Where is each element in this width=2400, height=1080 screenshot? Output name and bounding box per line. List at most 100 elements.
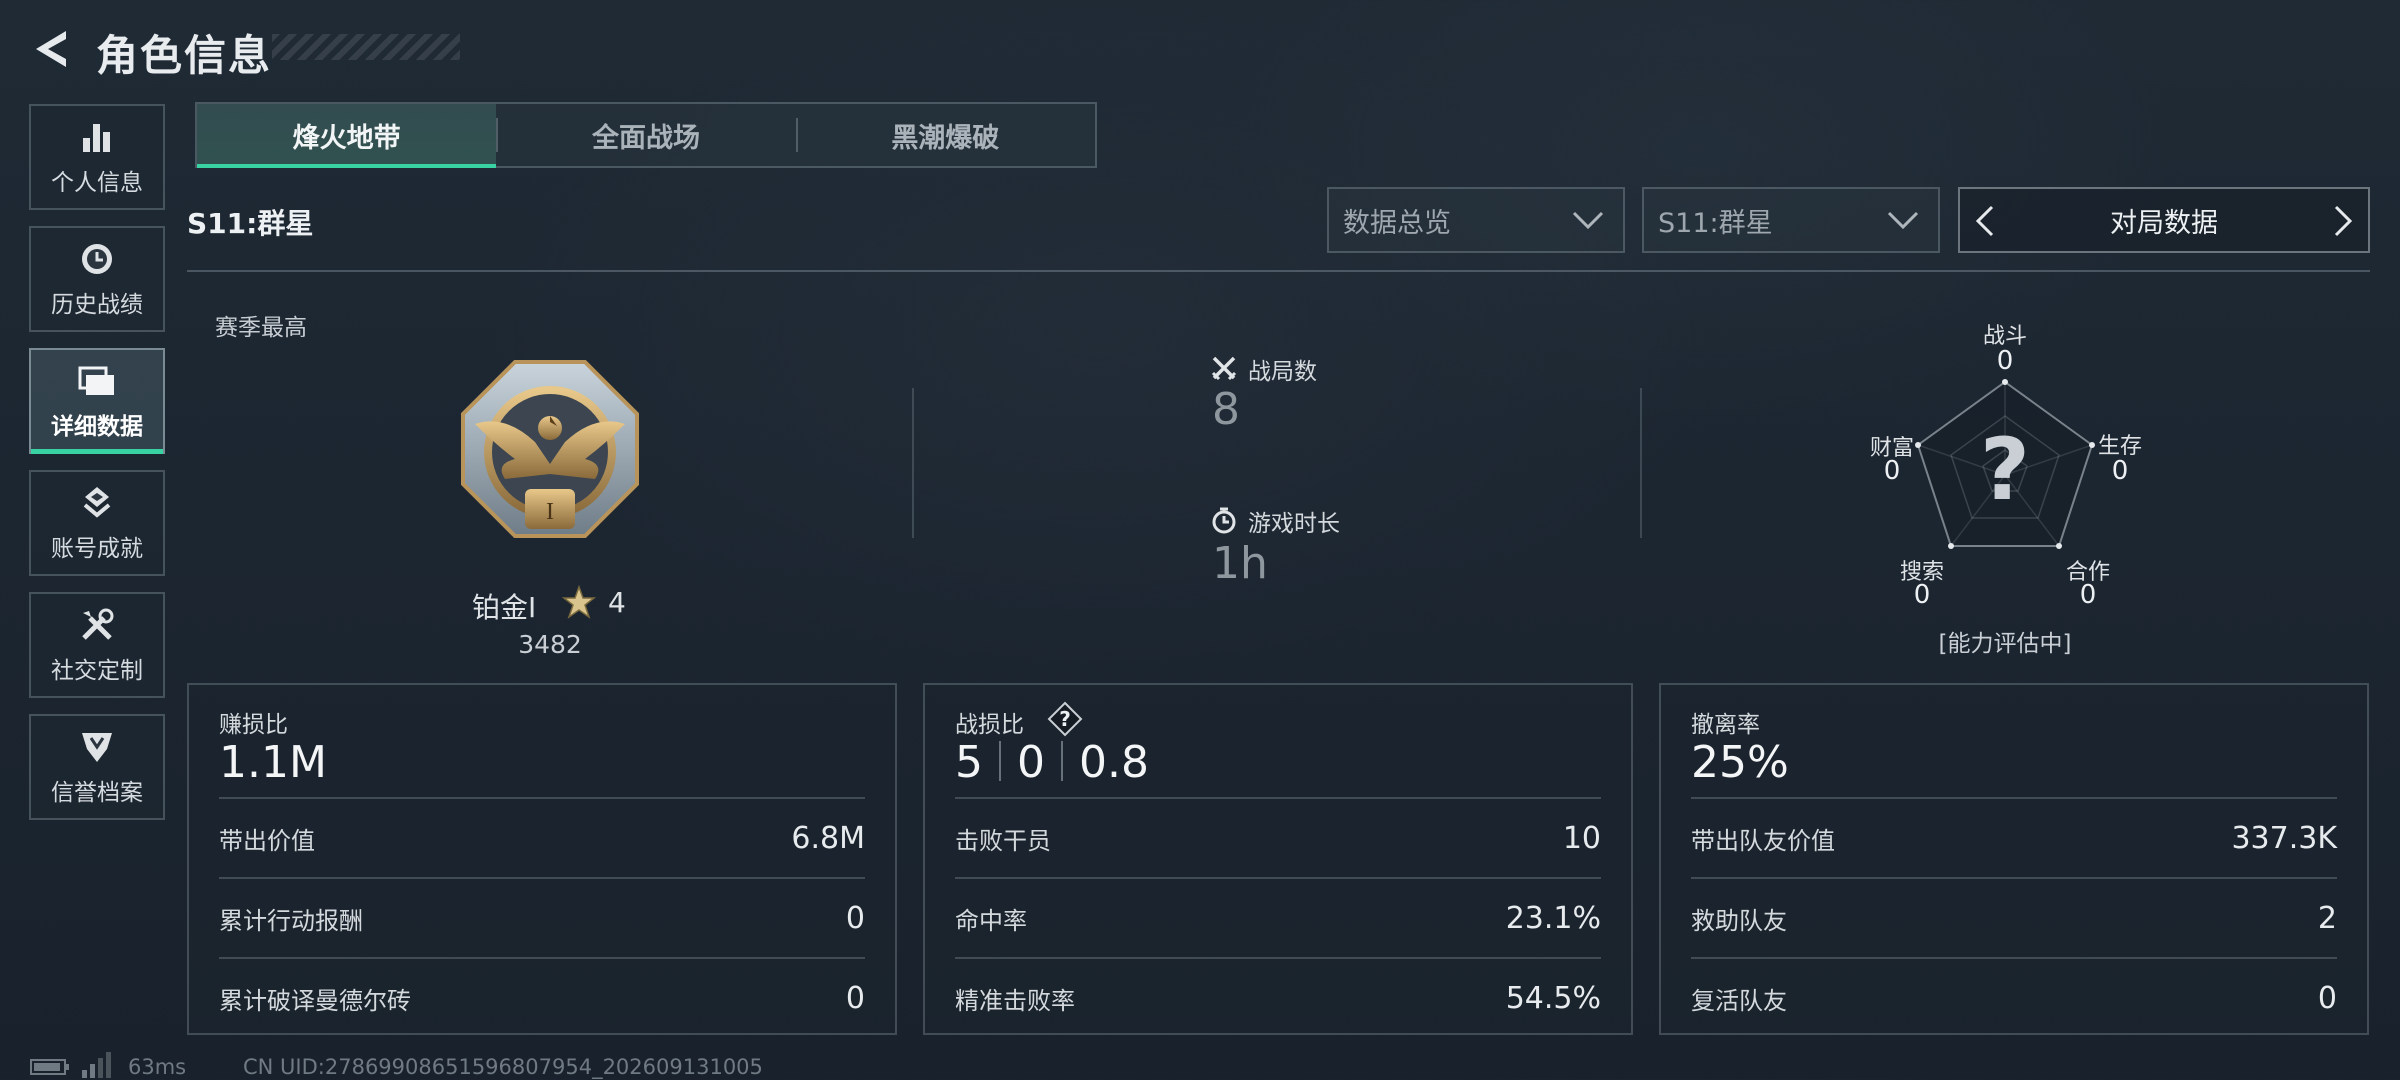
- dropdown-value: S11:群星: [1658, 207, 1773, 239]
- season-title: S11:群星: [187, 207, 314, 240]
- rank-star-count: 4: [608, 586, 626, 619]
- tab-full-battlefield[interactable]: 全面战场: [496, 104, 795, 166]
- overview-dropdown[interactable]: 数据总览: [1327, 187, 1625, 253]
- bar-chart-icon: [77, 117, 117, 157]
- profit-card: 赚损比 1.1M 带出价值 6.8M 累计行动报酬 0 累计破译曼德尔砖 0: [187, 683, 897, 1035]
- card-title: 赚损比: [219, 712, 288, 738]
- medal-numeral: I: [546, 499, 554, 525]
- stat-row-label: 复活队友: [1691, 986, 1787, 1015]
- rank-medal-icon: I: [455, 354, 645, 544]
- folder-icon: [77, 361, 117, 401]
- sidebar-item-achievements[interactable]: 账号成就: [29, 470, 165, 576]
- stat-row-label: 击败干员: [955, 826, 1051, 855]
- stopwatch-icon: [1210, 506, 1238, 534]
- separator: [999, 741, 1001, 781]
- sidebar-item-label: 详细数据: [51, 414, 143, 440]
- stat-row: 救助队友 2: [1691, 877, 2337, 957]
- tab-dark-tide[interactable]: 黑潮爆破: [795, 104, 1095, 166]
- stat-row: 复活队友 0: [1691, 957, 2337, 1037]
- extraction-card: 撤离率 25% 带出队友价值 337.3K 救助队友 2 复活队友 0: [1659, 683, 2369, 1035]
- stat-row-value: 0: [845, 900, 865, 936]
- stat-row-value: 54.5%: [1505, 980, 1601, 1016]
- achievement-icon: [77, 483, 117, 523]
- stat-row: 命中率 23.1%: [955, 877, 1601, 957]
- stat-row-label: 累计行动报酬: [219, 906, 363, 935]
- kda-kills: 5: [955, 737, 983, 788]
- tab-warzone[interactable]: 烽火地带: [197, 104, 497, 168]
- divider: [187, 270, 2370, 272]
- signal-icon: [80, 1052, 112, 1078]
- playtime-label: 游戏时长: [1248, 511, 1340, 537]
- stat-row-value: 10: [1562, 820, 1601, 856]
- separator: [1061, 741, 1063, 781]
- sidebar-item-personal-info[interactable]: 个人信息: [29, 104, 165, 210]
- divider: [912, 388, 914, 538]
- title-decoration: [272, 34, 460, 60]
- radar-value-wealth: 0: [1883, 456, 1901, 486]
- stat-row-label: 救助队友: [1691, 906, 1787, 935]
- stat-row-value: 0: [2317, 980, 2337, 1016]
- kda-ratio: 0.8: [1079, 737, 1149, 788]
- chevron-down-icon: [1572, 211, 1604, 230]
- history-clock-icon: [77, 239, 117, 279]
- stat-row: 精准击败率 54.5%: [955, 957, 1601, 1037]
- season-best-label: 赛季最高: [215, 315, 307, 341]
- switcher-label: 对局数据: [2110, 207, 2218, 239]
- radar-value-search: 0: [1913, 580, 1931, 610]
- mode-tab-bar: 烽火地带 全面战场 黑潮爆破: [195, 102, 1097, 168]
- back-arrow-icon[interactable]: [30, 28, 70, 70]
- matches-value: 8: [1212, 384, 1240, 435]
- stat-row-value: 2: [2317, 900, 2337, 936]
- stat-row-value: 6.8M: [791, 820, 865, 856]
- stat-row: 击败干员 10: [955, 797, 1601, 877]
- crossed-swords-icon: [1210, 354, 1238, 382]
- kda-values: 5 0 0.8: [955, 737, 1149, 788]
- card-title: 撤离率: [1691, 712, 1760, 738]
- stat-row-label: 带出价值: [219, 826, 315, 855]
- stat-row: 累计行动报酬 0: [219, 877, 865, 957]
- battery-icon: [30, 1058, 70, 1076]
- card-big-value: 1.1M: [219, 737, 327, 788]
- page-title: 角色信息: [96, 31, 273, 80]
- card-big-value: 25%: [1691, 737, 1789, 788]
- sidebar-item-label: 信誉档案: [51, 780, 143, 806]
- sidebar-item-label: 历史战绩: [51, 292, 143, 318]
- uid-text: CN UID:2786990865159680795​4_20260913100…: [243, 1055, 763, 1079]
- stat-row-label: 命中率: [955, 906, 1027, 935]
- sidebar-item-history[interactable]: 历史战绩: [29, 226, 165, 332]
- dropdown-value: 数据总览: [1343, 207, 1451, 239]
- rank-score: 3482: [518, 630, 582, 659]
- sidebar-item-label: 个人信息: [51, 170, 143, 196]
- kda-card: 战损比 ? 5 0 0.8 击败干员 10 命中率 23.1% 精准击败率 54.5…: [923, 683, 1633, 1035]
- chevron-right-icon[interactable]: [2324, 203, 2360, 239]
- radar-value-survival: 0: [2111, 456, 2129, 486]
- season-dropdown[interactable]: S11:群星: [1642, 187, 1940, 253]
- stat-row-value: 337.3K: [2231, 820, 2337, 856]
- radar-status: [能力评估中]: [1938, 631, 2072, 657]
- stat-row: 带出价值 6.8M: [219, 797, 865, 877]
- ping-text: 63ms: [128, 1055, 187, 1079]
- sidebar-item-detailed-data[interactable]: 详细数据: [29, 348, 165, 454]
- card-title: 战损比: [955, 712, 1024, 738]
- star-icon: [561, 584, 597, 619]
- stat-row-value: 0: [845, 980, 865, 1016]
- sidebar-item-credit-record[interactable]: 信誉档案: [29, 714, 165, 820]
- help-icon[interactable]: ?: [1047, 701, 1083, 737]
- stat-row-label: 带出队友价值: [1691, 826, 1835, 855]
- stat-row-label: 精准击败率: [955, 986, 1075, 1015]
- rank-name: 铂金Ⅰ: [472, 591, 537, 624]
- radar-value-cooperation: 0: [2079, 580, 2097, 610]
- radar-unknown-mark: ?: [1980, 420, 2030, 520]
- help-mark: ?: [1059, 707, 1071, 731]
- sidebar-item-label: 账号成就: [51, 536, 143, 562]
- chevron-left-icon[interactable]: [1968, 203, 2004, 239]
- shield-badge-icon: [77, 727, 117, 767]
- stat-row-value: 23.1%: [1505, 900, 1601, 936]
- kda-deaths: 0: [1017, 737, 1045, 788]
- divider: [1640, 388, 1642, 538]
- stat-row: 累计破译曼德尔砖 0: [219, 957, 865, 1037]
- data-type-switcher: 对局数据: [1958, 187, 2370, 253]
- stat-row: 带出队友价值 337.3K: [1691, 797, 2337, 877]
- playtime-value: 1h: [1212, 538, 1268, 589]
- chevron-down-icon: [1887, 211, 1919, 230]
